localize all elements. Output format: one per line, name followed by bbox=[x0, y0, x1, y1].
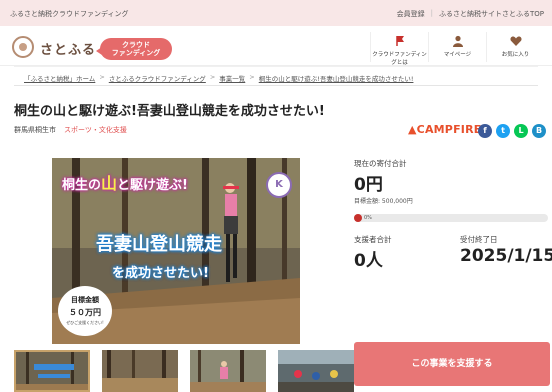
site-tagline: ふるさと納税クラウドファンディング bbox=[10, 10, 129, 18]
top-bar: ふるさと納税クラウドファンディング 会員登録 | ふるさと納税サイトさとふるTO… bbox=[0, 0, 552, 26]
nav-favorites[interactable]: お気に入り bbox=[486, 32, 544, 62]
top-links: 会員登録 | ふるさと納税サイトさとふるTOP bbox=[397, 9, 544, 19]
flag-icon bbox=[395, 36, 404, 46]
chevron-right-icon: > bbox=[209, 73, 216, 81]
facebook-icon[interactable]: f bbox=[478, 124, 492, 138]
flame-icon: ▲ bbox=[408, 123, 417, 136]
satofull-logo-icon[interactable] bbox=[12, 36, 34, 58]
goal-amount-badge: 目標金額 ５０万円 ぜひご支援ください! bbox=[58, 286, 112, 336]
donation-total-label: 現在の寄付合計 bbox=[354, 159, 407, 168]
line-icon[interactable]: L bbox=[514, 124, 528, 138]
register-link[interactable]: 会員登録 bbox=[397, 9, 425, 19]
funding-progress-bar: 0% bbox=[354, 214, 548, 222]
supporters-value: 0人 bbox=[354, 251, 383, 271]
event-logo-badge: K bbox=[266, 172, 292, 198]
thumbnail-2[interactable] bbox=[102, 350, 178, 392]
thumbnail-1[interactable] bbox=[14, 350, 90, 392]
thumbnail-4[interactable] bbox=[278, 350, 354, 392]
heart-icon bbox=[509, 36, 522, 46]
divider: | bbox=[430, 9, 433, 17]
nav-label: マイページ bbox=[443, 52, 472, 58]
hero-headline-3: を成功させたい! bbox=[112, 266, 209, 281]
chevron-right-icon: > bbox=[249, 73, 255, 81]
project-category[interactable]: スポーツ・文化支援 bbox=[64, 125, 127, 135]
target-amount: 目標金額: 500,000円 bbox=[354, 198, 413, 205]
thumbnail-4-image bbox=[278, 350, 354, 392]
cf-badge-line2: ファンディング bbox=[111, 49, 161, 57]
project-location: 群馬県桐生市 bbox=[14, 126, 56, 134]
nav-about-crowdfunding[interactable]: クラウドファンディングとは bbox=[370, 32, 428, 66]
breadcrumb-crowdfunding[interactable]: さとふるクラウドファンディング bbox=[109, 73, 206, 85]
hero-headline-2: 吾妻山登山競走 bbox=[96, 234, 222, 255]
thumbnail-1-image bbox=[16, 352, 88, 390]
hero-line1-pre: 桐生の bbox=[62, 178, 102, 193]
hero-line1-em: 山 bbox=[101, 174, 118, 193]
donation-total-value: 0円 bbox=[354, 175, 383, 195]
cf-badge-line1: クラウド bbox=[122, 41, 150, 49]
end-date-value: 2025/1/15 bbox=[460, 246, 552, 266]
breadcrumb-project-list[interactable]: 事業一覧 bbox=[219, 73, 245, 85]
breadcrumb: 「ふるさと納税」ホーム > さとふるクラウドファンディング > 事業一覧 > 桐… bbox=[14, 66, 538, 86]
platform-name: CAMPFIRE bbox=[416, 123, 482, 136]
nav-label: お気に入り bbox=[501, 52, 530, 58]
goal-note: ぜひご支援ください! bbox=[66, 320, 104, 325]
progress-text: 0% bbox=[364, 215, 372, 221]
thumbnail-3-image bbox=[190, 350, 266, 392]
nav-label: クラウドファンディングとは bbox=[372, 52, 427, 66]
project-main-image[interactable]: 桐生の山と駆け遊ぶ! 吾妻山登山競走 を成功させたい! 目標金額 ５０万円 ぜひ… bbox=[52, 158, 300, 344]
goal-value: ５０万円 bbox=[69, 308, 101, 317]
satofull-top-link[interactable]: ふるさと納税サイトさとふるTOP bbox=[439, 9, 544, 19]
nav-mypage[interactable]: マイページ bbox=[428, 32, 486, 62]
supporters-label: 支援者合計 bbox=[354, 235, 392, 244]
hero-headline-1: 桐生の山と駆け遊ぶ! bbox=[62, 170, 188, 194]
site-logo[interactable]: さとふる bbox=[40, 39, 96, 58]
header-nav: クラウドファンディングとは マイページ お気に入り bbox=[370, 32, 544, 66]
hatena-icon[interactable]: B bbox=[532, 124, 546, 138]
share-buttons: f t L B bbox=[478, 124, 546, 138]
crowdfunding-badge[interactable]: クラウド ファンディング bbox=[96, 38, 172, 60]
person-icon bbox=[452, 35, 463, 47]
support-project-button[interactable]: この事業を支援する bbox=[354, 342, 550, 386]
thumbnail-3[interactable] bbox=[190, 350, 266, 392]
thumbnail-strip bbox=[14, 350, 354, 392]
hero-line1-post: と駆け遊ぶ! bbox=[117, 178, 188, 193]
project-meta: 群馬県桐生市 スポーツ・文化支援 bbox=[14, 125, 127, 135]
progress-fill bbox=[354, 214, 362, 222]
breadcrumb-home[interactable]: 「ふるさと納税」ホーム bbox=[24, 73, 95, 85]
campfire-logo: ▲CAMPFIRE bbox=[408, 123, 481, 136]
goal-label: 目標金額 bbox=[71, 296, 99, 304]
end-date-label: 受付終了日 bbox=[460, 235, 498, 244]
site-header: さとふる クラウド ファンディング クラウドファンディングとは マイページ お気… bbox=[0, 26, 552, 66]
chevron-right-icon: > bbox=[99, 73, 105, 81]
page-title: 桐生の山と駆け遊ぶ!吾妻山登山競走を成功させたい! bbox=[14, 104, 325, 119]
thumbnail-2-image bbox=[102, 350, 178, 392]
twitter-icon[interactable]: t bbox=[496, 124, 510, 138]
breadcrumb-current[interactable]: 桐生の山と駆け遊ぶ!吾妻山登山競走を成功させたい! bbox=[259, 73, 414, 85]
